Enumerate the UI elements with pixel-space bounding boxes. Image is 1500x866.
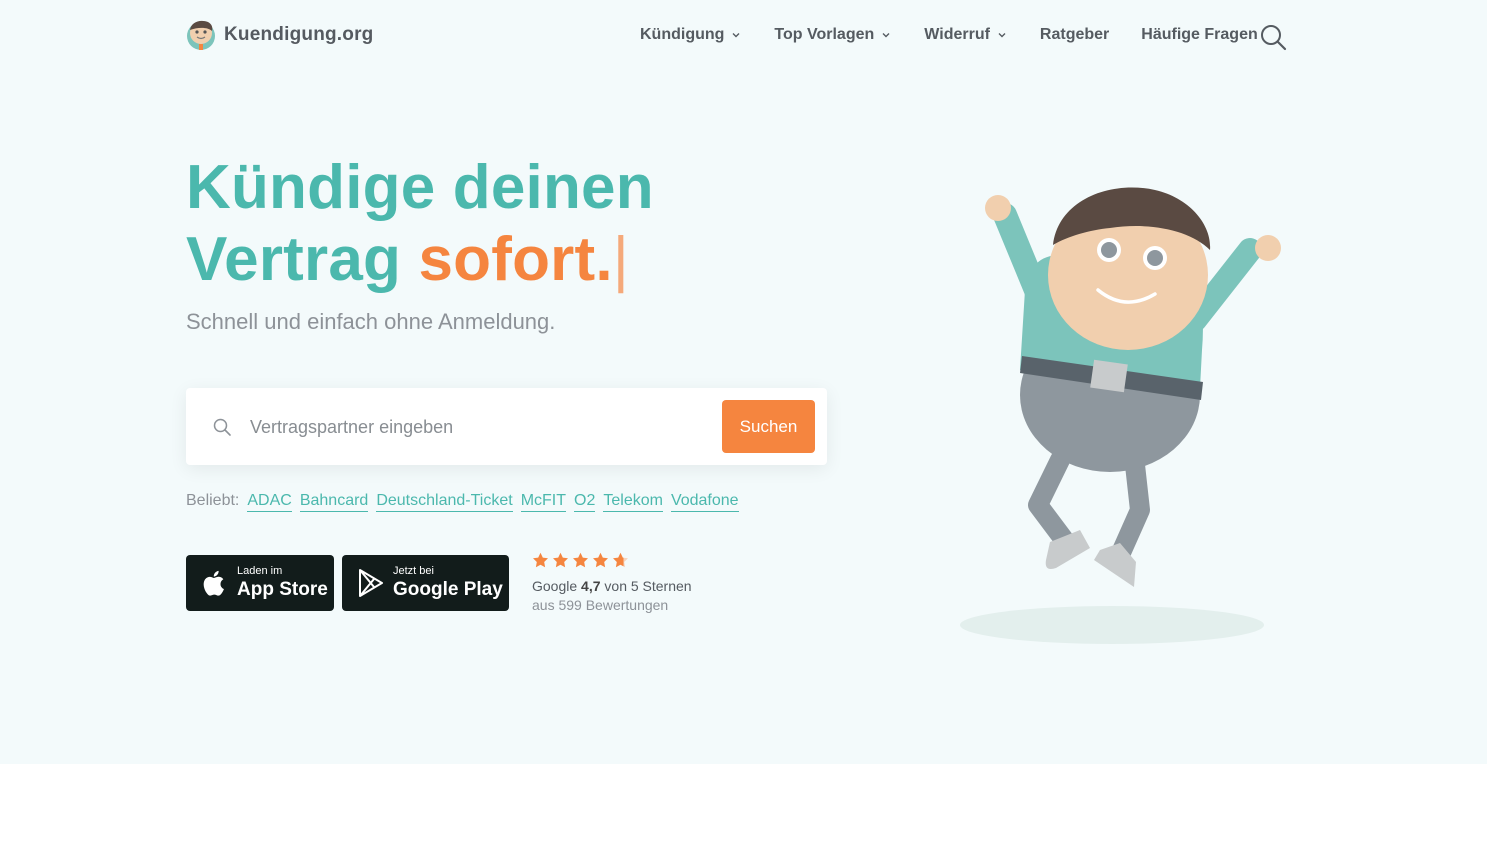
star-icon — [593, 552, 608, 568]
headline-line-2: Vertrag — [186, 225, 419, 294]
site-logo[interactable]: Kuendigung.org — [186, 19, 374, 51]
badge-small-text: Jetzt bei — [393, 564, 434, 577]
rating-summary: Google 4,7 von 5 Sternen — [532, 578, 692, 594]
nav-item-label: Widerruf — [924, 26, 990, 43]
search-icon — [213, 418, 231, 436]
badge-big-text: App Store — [237, 578, 328, 600]
nav-item-widerruf[interactable]: Widerruf — [924, 26, 1008, 44]
star-icon — [573, 552, 588, 568]
apple-icon — [203, 570, 224, 596]
nav-item-haeufige-fragen[interactable]: Häufige Fragen — [1141, 26, 1257, 44]
rating-count: aus 599 Bewertungen — [532, 597, 669, 613]
page-edge — [1487, 0, 1500, 866]
popular-link-o2[interactable]: O2 — [574, 492, 596, 512]
nav-item-kuendigung[interactable]: Kündigung — [640, 26, 742, 44]
nav-item-label: Top Vorlagen — [774, 26, 875, 43]
popular-label: Beliebt: — [186, 492, 240, 509]
main-nav: Kündigung Top Vorlagen Widerruf Ratgeber… — [640, 26, 1258, 44]
chevron-down-icon — [882, 33, 890, 38]
headline-accent: sofort. — [418, 225, 613, 294]
jumping-mascot-illustration — [960, 187, 1281, 644]
popular-link-adac[interactable]: ADAC — [247, 492, 292, 512]
logo-text: Kuendigung.org — [224, 24, 374, 45]
popular-link-mcfit[interactable]: McFIT — [520, 492, 567, 512]
popular-links: Beliebt: ADAC Bahncard Deutschland-Ticke… — [186, 492, 747, 512]
rating-score: 4,7 — [581, 578, 601, 594]
rating-stars — [532, 552, 629, 569]
search-button[interactable]: Suchen — [722, 400, 815, 453]
popular-link-deutschland-ticket[interactable]: Deutschland-Ticket — [376, 492, 513, 512]
popular-link-telekom[interactable]: Telekom — [603, 492, 663, 512]
chevron-down-icon — [998, 33, 1006, 38]
mascot-logo-icon — [186, 19, 216, 51]
star-icon — [613, 552, 628, 568]
search-icon[interactable] — [1258, 22, 1288, 52]
search-input[interactable] — [250, 405, 710, 449]
app-store-badge[interactable]: Laden im App Store — [186, 555, 334, 611]
badge-small-text: Laden im — [237, 564, 283, 577]
popular-link-bahncard[interactable]: Bahncard — [299, 492, 369, 512]
star-icon — [553, 552, 568, 568]
headline-line-1: Kündige deinen — [186, 153, 654, 222]
chevron-down-icon — [732, 33, 740, 38]
rating-suffix: von 5 Sternen — [600, 578, 692, 594]
hero-headline: Kündige deinen Vertrag sofort.| — [186, 152, 654, 296]
rating-prefix: Google — [532, 578, 582, 594]
hero-subline: Schnell und einfach ohne Anmeldung. — [186, 309, 556, 334]
nav-item-top-vorlagen[interactable]: Top Vorlagen — [774, 26, 892, 44]
star-icon — [533, 552, 548, 568]
nav-item-ratgeber[interactable]: Ratgeber — [1040, 26, 1109, 44]
nav-item-label: Häufige Fragen — [1141, 26, 1258, 43]
google-play-badge[interactable]: Jetzt bei Google Play — [342, 555, 509, 611]
popular-link-vodafone[interactable]: Vodafone — [670, 492, 739, 512]
google-play-icon — [359, 569, 383, 597]
nav-item-label: Ratgeber — [1039, 26, 1110, 43]
nav-item-label: Kündigung — [640, 26, 725, 43]
typing-caret: | — [612, 225, 630, 294]
badge-big-text: Google Play — [393, 578, 503, 600]
